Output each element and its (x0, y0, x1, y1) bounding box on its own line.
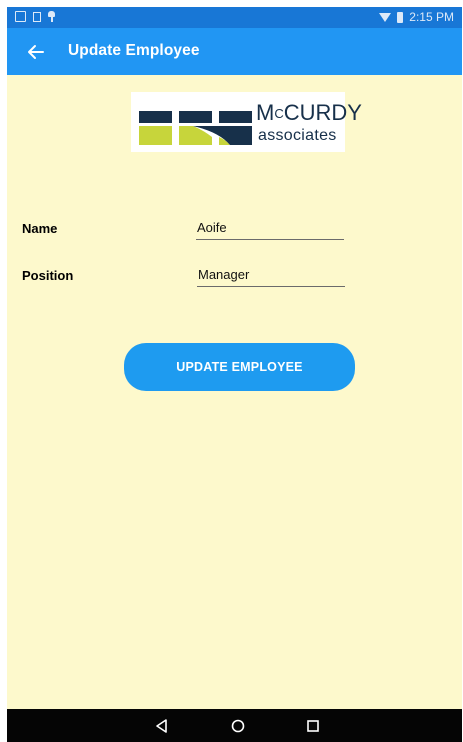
back-triangle-icon[interactable] (154, 718, 170, 734)
battery-icon (397, 11, 404, 23)
home-circle-icon[interactable] (230, 718, 246, 734)
device-screen: 2:15 PM Update Employee MCCURDY associat… (7, 7, 462, 742)
status-left-icons (15, 11, 55, 22)
company-logo: MCCURDY associates (131, 92, 362, 152)
gallery-notification-icon (15, 11, 26, 22)
position-label: Position (22, 268, 74, 283)
wifi-icon (379, 12, 392, 22)
status-time: 2:15 PM (409, 10, 454, 24)
name-input[interactable] (196, 216, 344, 240)
logo-associates-text: associates (258, 127, 337, 144)
app-bar: Update Employee (7, 28, 462, 75)
page-title: Update Employee (68, 42, 200, 59)
nav-bar (7, 709, 462, 742)
status-right-icons: 2:15 PM (379, 10, 454, 24)
pin-icon (48, 11, 55, 22)
update-employee-button[interactable]: UPDATE EMPLOYEE (124, 343, 355, 391)
sd-card-icon (33, 11, 41, 22)
name-label: Name (22, 221, 58, 236)
arrow-left-icon[interactable] (25, 41, 47, 63)
status-bar: 2:15 PM (7, 7, 462, 28)
logo-mccurdy-text: MCCURDY (256, 100, 362, 125)
logo-graphic (139, 111, 252, 145)
recents-square-icon[interactable] (305, 718, 321, 734)
position-input[interactable] (197, 263, 345, 287)
